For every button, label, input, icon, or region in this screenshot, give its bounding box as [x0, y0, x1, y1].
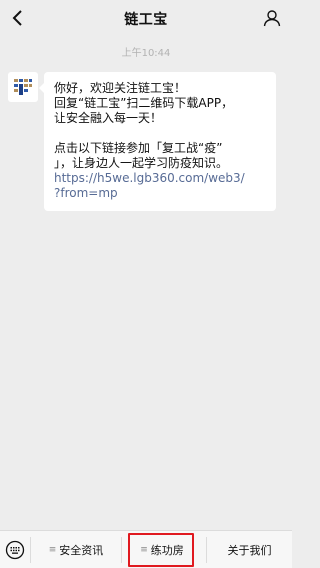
page-title: 链工宝	[124, 12, 168, 28]
message-text-line: 」，让身边人一起学习防疫知识。	[54, 156, 229, 170]
menu-item-about-us[interactable]: 关于我们	[207, 531, 292, 568]
avatar[interactable]	[8, 72, 38, 102]
message-bubble: 你好，欢迎关注链工宝！ 回复“链工宝”扫二维码下载APP， 让安全融入每一天！ …	[39, 72, 276, 211]
menu-item-label: 安全资讯	[59, 544, 104, 557]
message-text-line: 回复“链工宝”扫二维码下载APP，	[54, 96, 234, 110]
message-text-line: 点击以下链接参加「复工战“疫”	[54, 141, 223, 155]
chat-screen: 链工宝 上午10:44 你好，欢迎关注链工宝！ 回复“链工宝”扫二维码下载APP…	[0, 0, 292, 568]
keyboard-icon	[5, 540, 25, 560]
logo-icon	[14, 79, 32, 95]
menu-item-label: 练功房	[150, 544, 184, 557]
submenu-icon: ≡	[140, 544, 148, 555]
top-bar: 链工宝	[0, 0, 292, 36]
menu-item-training-room[interactable]: ≡ 练功房	[122, 531, 202, 568]
message-link[interactable]: https://h5we.lgb360.com/web3/	[54, 171, 267, 186]
menu-item-safety-news[interactable]: ≡ 安全资讯	[31, 531, 121, 568]
submenu-icon: ≡	[48, 544, 57, 555]
person-icon	[263, 10, 281, 27]
message-text-line: 让安全融入每一天！	[54, 111, 163, 125]
message-timestamp: 上午10:44	[121, 48, 171, 59]
menu-item-label: 关于我们	[227, 544, 272, 557]
message-link[interactable]: ?from=mp	[54, 186, 267, 201]
message-text-line: 你好，欢迎关注链工宝！	[54, 81, 187, 95]
profile-button[interactable]	[258, 4, 286, 32]
keyboard-button[interactable]	[0, 531, 30, 568]
bottom-menu-bar: ≡ 安全资讯 ≡ 练功房 关于我们	[0, 530, 292, 568]
